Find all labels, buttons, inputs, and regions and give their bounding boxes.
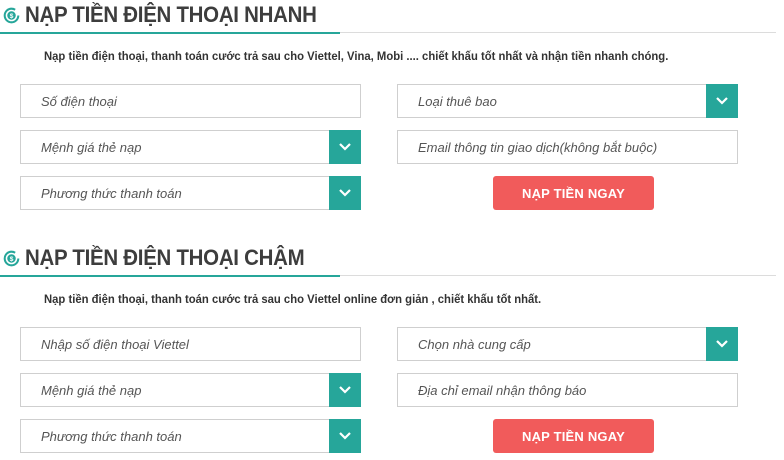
slow-topup-section: $ NẠP TIỀN ĐIỆN THOẠI CHẬM Nạp tiền điện… <box>0 243 784 453</box>
chevron-down-icon[interactable] <box>329 176 361 210</box>
divider-accent <box>0 275 340 277</box>
section-title: NẠP TIỀN ĐIỆN THOẠI CHẬM <box>25 245 305 270</box>
card-value-select[interactable]: Mệnh giá thẻ nạp <box>20 373 361 407</box>
chevron-down-icon[interactable] <box>329 373 361 407</box>
section-description: Nạp tiền điện thoại, thanh toán cước trả… <box>44 292 542 306</box>
section-header: $ NẠP TIỀN ĐIỆN THOẠI NHANH <box>0 0 784 34</box>
payment-method-value: Phương thức thanh toán <box>41 429 182 444</box>
chevron-down-icon[interactable] <box>706 84 738 118</box>
phone-number-placeholder: Số điện thoại <box>41 94 117 109</box>
payment-method-value: Phương thức thanh toán <box>41 186 182 201</box>
topup-now-button[interactable]: NẠP TIỀN NGAY <box>493 419 654 453</box>
viettel-phone-input[interactable]: Nhập số điện thoại Viettel <box>20 327 361 361</box>
topup-now-button[interactable]: NẠP TIỀN NGAY <box>493 176 654 210</box>
section-description: Nạp tiền điện thoại, thanh toán cước trả… <box>44 49 669 63</box>
card-value-select[interactable]: Mệnh giá thẻ nạp <box>20 130 361 164</box>
viettel-phone-placeholder: Nhập số điện thoại Viettel <box>41 337 189 352</box>
card-value-value: Mệnh giá thẻ nạp <box>41 140 142 155</box>
subscriber-type-select[interactable]: Loại thuê bao <box>397 84 738 118</box>
money-cycle-icon: $ <box>3 7 20 24</box>
chevron-down-icon[interactable] <box>329 419 361 453</box>
section-header: $ NẠP TIỀN ĐIỆN THOẠI CHẬM <box>0 243 784 277</box>
money-cycle-icon: $ <box>3 250 20 267</box>
notification-email-input[interactable]: Địa chỉ email nhận thông báo <box>397 373 738 407</box>
provider-select[interactable]: Chọn nhà cung cấp <box>397 327 738 361</box>
fast-topup-section: $ NẠP TIỀN ĐIỆN THOẠI NHANH Nạp tiền điệ… <box>0 0 784 210</box>
card-value-value: Mệnh giá thẻ nạp <box>41 383 142 398</box>
payment-method-select[interactable]: Phương thức thanh toán <box>20 419 361 453</box>
svg-text:$: $ <box>10 256 14 263</box>
email-placeholder: Email thông tin giao dịch(không bắt buộc… <box>418 140 658 155</box>
svg-text:$: $ <box>10 13 14 20</box>
payment-method-select[interactable]: Phương thức thanh toán <box>20 176 361 210</box>
email-input[interactable]: Email thông tin giao dịch(không bắt buộc… <box>397 130 738 164</box>
chevron-down-icon[interactable] <box>329 130 361 164</box>
divider-accent <box>0 32 340 34</box>
provider-value: Chọn nhà cung cấp <box>418 337 531 352</box>
subscriber-type-value: Loại thuê bao <box>418 94 497 109</box>
notification-email-placeholder: Địa chỉ email nhận thông báo <box>418 383 587 398</box>
section-title: NẠP TIỀN ĐIỆN THOẠI NHANH <box>25 2 317 27</box>
chevron-down-icon[interactable] <box>706 327 738 361</box>
phone-number-input[interactable]: Số điện thoại <box>20 84 361 118</box>
